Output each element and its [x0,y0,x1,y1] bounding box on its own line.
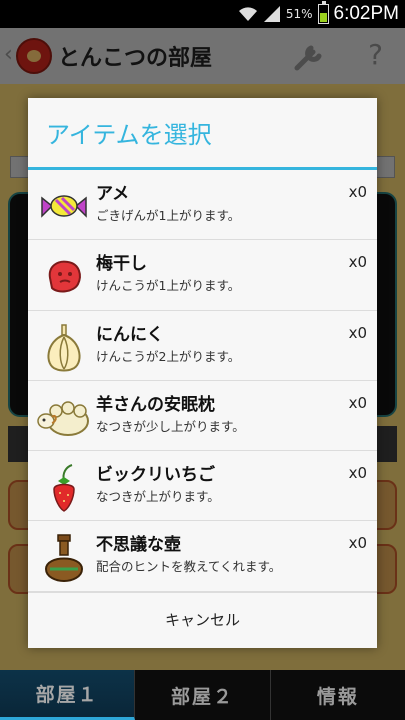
item-name: ビックリいちご [96,465,215,486]
umeboshi-icon [48,260,81,293]
status-bar: 51% 6:02PM [0,0,405,28]
battery-icon [317,1,329,24]
strawberry-icon [53,464,75,513]
item-name: 梅干し [96,254,147,275]
item-count: x0 [348,323,367,342]
status-icons: 51% 6:02PM [238,0,399,28]
item-count: x0 [348,253,367,272]
tab-info[interactable]: 情報 [271,670,405,720]
item-description: なつきが上がります。 [96,489,220,505]
item-description: 配合のヒントを教えてくれます。 [96,559,282,575]
dialog-title: アイテムを選択 [28,98,377,170]
item-name: 羊さんの安眠枕 [96,394,215,415]
wifi-icon [238,7,257,21]
garlic-icon [47,323,81,372]
item-select-dialog: アイテムを選択 アメ ごきげんが1上がります。 x0 梅干し けんこうが1上がり… [28,98,377,648]
list-item[interactable]: ビックリいちご なつきが上がります。 x0 [28,451,377,522]
list-item[interactable]: アメ ごきげんが1上がります。 x0 [28,170,377,241]
item-description: けんこうが1上がります。 [96,278,241,294]
item-list: アメ ごきげんが1上がります。 x0 梅干し けんこうが1上がります。 x0 に… [28,170,377,592]
item-description: けんこうが2上がります。 [96,348,241,364]
item-count: x0 [348,183,367,201]
item-count: x0 [348,464,367,483]
item-description: なつきが少し上がります。 [96,418,245,434]
candy-icon [41,195,87,218]
sheep-pillow-icon [37,401,89,436]
item-description: ごきげんが1上がります。 [96,208,241,223]
cancel-button[interactable]: キャンセル [28,591,377,647]
item-name: にんにく [96,324,164,345]
list-item[interactable]: 羊さんの安眠枕 なつきが少し上がります。 x0 [28,381,377,452]
tab-bar: 部屋１ 部屋２ 情報 [0,670,405,720]
clock: 6:02PM [333,3,399,24]
item-count: x0 [348,393,367,412]
tab-room-2[interactable]: 部屋２ [135,670,271,720]
list-item[interactable]: 不思議な壺 配合のヒントを教えてくれます。 x0 [28,521,377,592]
item-count: x0 [348,534,367,553]
battery-percent: 51% [285,7,313,21]
signal-icon [263,6,280,22]
pot-icon [44,534,84,583]
item-name: アメ [96,184,130,204]
list-item[interactable]: にんにく けんこうが2上がります。 x0 [28,311,377,381]
item-name: 不思議な壺 [96,535,181,556]
list-item[interactable]: 梅干し けんこうが1上がります。 x0 [28,240,377,311]
tab-room-1[interactable]: 部屋１ [0,670,136,720]
